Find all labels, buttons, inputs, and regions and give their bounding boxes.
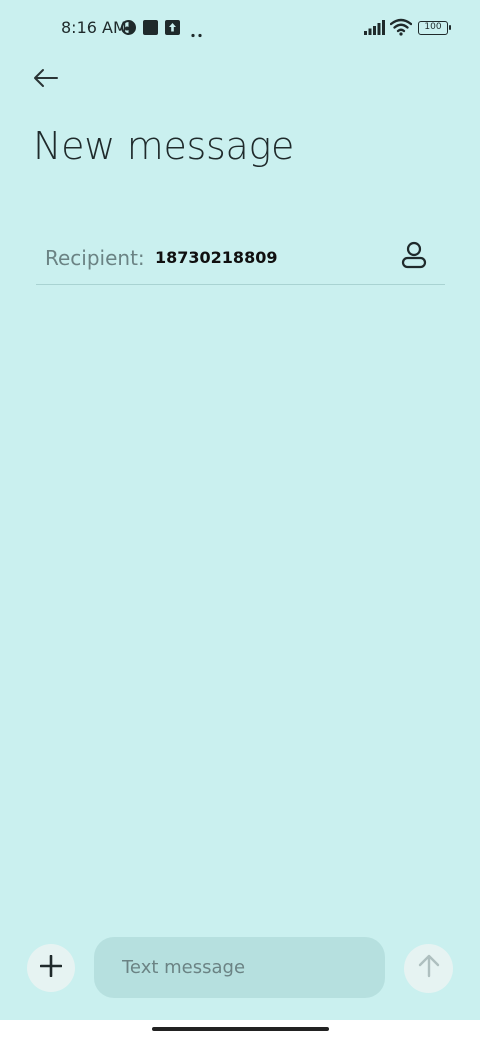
- status-bar: 8:16 AM 100: [0, 0, 480, 56]
- contact-picker-button[interactable]: [397, 240, 431, 274]
- arrow-left-icon: [33, 68, 59, 93]
- more-notifications-icon: [191, 25, 203, 43]
- recipient-value[interactable]: 18730218809: [155, 248, 277, 267]
- plus-icon: [39, 954, 63, 982]
- recipient-field[interactable]: Recipient: 18730218809: [36, 234, 445, 285]
- signal-icon: [364, 20, 386, 40]
- send-button[interactable]: [404, 944, 453, 993]
- battery-icon: 100: [418, 21, 451, 35]
- upload-notification-icon: [165, 20, 180, 40]
- attach-button[interactable]: [27, 944, 75, 992]
- status-time: 8:16 AM: [61, 18, 127, 37]
- navigation-bar: [0, 1020, 480, 1040]
- page-title: New message: [33, 124, 295, 168]
- back-button[interactable]: [28, 62, 64, 98]
- wifi-icon: [389, 18, 413, 41]
- data-saver-icon: [121, 20, 136, 40]
- home-indicator[interactable]: [152, 1027, 329, 1031]
- person-icon: [401, 241, 427, 274]
- square-notification-icon: [143, 20, 158, 40]
- message-input[interactable]: [94, 937, 385, 998]
- arrow-up-icon: [418, 954, 440, 983]
- recipient-label: Recipient:: [45, 246, 145, 270]
